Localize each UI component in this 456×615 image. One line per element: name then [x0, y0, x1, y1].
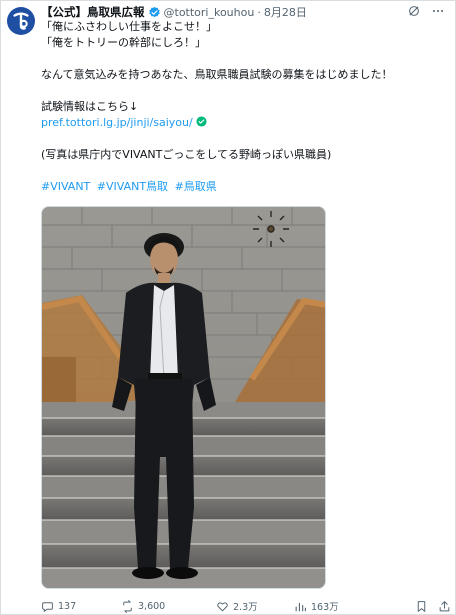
check-circle-icon: [196, 116, 207, 127]
hashtag-vivant[interactable]: #VIVANT: [41, 180, 90, 193]
recruitment-link[interactable]: pref.tottori.lg.jp/jinji/saiyou/: [41, 116, 193, 129]
views-count: 163万: [311, 602, 339, 613]
heart-icon: [217, 601, 228, 611]
bookmark-icon[interactable]: [415, 600, 428, 613]
tweet-line-2: 「俺をトトリーの幹部にしろ！」: [41, 36, 206, 49]
like-count: 2.3万: [233, 602, 258, 613]
hashtag-vivant-tottori[interactable]: #VIVANT鳥取: [97, 180, 168, 193]
tweet-line-caption: (写真は県庁内でVIVANTごっこをしてる野崎っぽい県職員): [41, 148, 332, 161]
wall-clock: [253, 211, 289, 247]
timestamp[interactable]: 8月28日: [264, 4, 307, 20]
like-button[interactable]: 2.3万: [216, 599, 294, 613]
grok-icon[interactable]: [407, 4, 421, 18]
separator: ·: [257, 5, 261, 19]
repost-icon: [123, 599, 132, 613]
staircase-photo: [42, 207, 325, 588]
views-button[interactable]: 163万: [294, 599, 374, 613]
share-icon[interactable]: [438, 600, 451, 613]
top-actions: [407, 4, 445, 18]
tweet-line-1: 「俺にふさわしい仕事をよこせ！」: [41, 20, 217, 33]
repost-button[interactable]: 3,600: [121, 599, 216, 613]
hashtags: #VIVANT #VIVANT鳥取 #鳥取県: [41, 179, 443, 195]
tweet-photo[interactable]: [41, 206, 326, 589]
more-icon[interactable]: [431, 4, 445, 18]
display-name[interactable]: 【公式】鳥取県広報: [41, 4, 145, 20]
verified-badge-icon: [148, 6, 160, 17]
reply-icon: [42, 601, 53, 612]
tottori-logo-icon: [13, 12, 29, 30]
reply-button[interactable]: 137: [41, 600, 121, 613]
tweet-actions: 137 3,600 2.3万 163万: [41, 597, 451, 615]
tweet-line-4: 試験情報はこちら↓: [41, 100, 139, 113]
avatar[interactable]: [7, 7, 35, 35]
tweet-line-3: なんて意気込みを持つあなた、鳥取県職員試験の募集をはじめました！: [41, 68, 393, 81]
repost-count: 3,600: [138, 600, 166, 612]
reply-count: 137: [58, 600, 77, 612]
hashtag-tottori[interactable]: #鳥取県: [175, 180, 217, 193]
handle[interactable]: @tottori_kouhou: [164, 6, 255, 19]
tweet-card: 【公式】鳥取県広報 @tottori_kouhou · 8月28日 「俺にふさわ…: [0, 0, 456, 615]
tweet-text: 「俺にふさわしい仕事をよこせ！」 「俺をトトリーの幹部にしろ！」 なんて意気込み…: [41, 19, 443, 195]
views-icon: [295, 602, 306, 611]
